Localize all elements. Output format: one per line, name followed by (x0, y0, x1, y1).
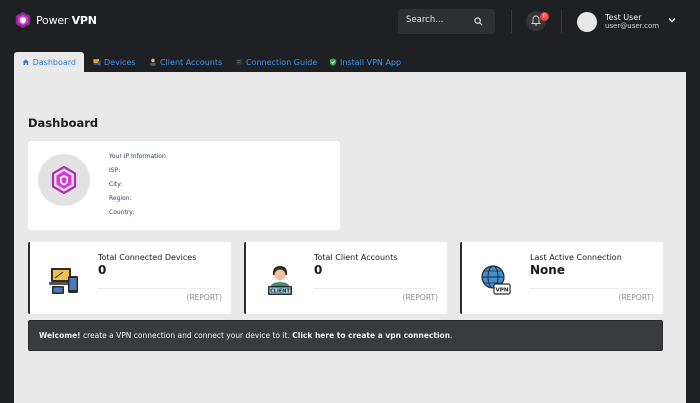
search-placeholder: Search... (406, 15, 444, 25)
tab-devices[interactable]: Devices (93, 52, 136, 72)
stat-card-connected-devices: Total Connected Devices 0 (REPORT) (28, 242, 231, 314)
stat-value: 0 (314, 263, 323, 277)
welcome-message: Welcome! create a VPN connection and con… (39, 331, 452, 340)
stat-separator (530, 288, 652, 289)
stat-card-last-active-connection: VPN Last Active Connection None (REPORT) (460, 242, 663, 314)
stat-title: Total Client Accounts (314, 253, 398, 262)
stat-value: 0 (98, 263, 107, 277)
tab-dashboard[interactable]: Dashboard (14, 52, 84, 72)
client-icon (150, 58, 156, 66)
report-link[interactable]: (REPORT) (187, 293, 222, 302)
vpn-globe-icon: VPN (481, 265, 511, 295)
stat-separator (314, 288, 436, 289)
tab-client-accounts[interactable]: Client Accounts (149, 52, 222, 72)
welcome-bold: Welcome! (39, 331, 81, 340)
notification-count-badge: 0 (540, 12, 549, 21)
stat-card-client-accounts: CLIENT Total Client Accounts 0 (REPORT) (244, 242, 447, 314)
search-input[interactable]: Search... (398, 9, 495, 34)
stat-title: Last Active Connection (530, 253, 622, 262)
brand-logo[interactable]: Power VPN (14, 10, 97, 30)
ip-information-card: Your IP Information ISP: City: Region: C… (28, 141, 340, 230)
ip-info-heading: Your IP Information (109, 153, 166, 160)
region-label: Region: (109, 195, 132, 202)
brand-name: Power VPN (36, 13, 97, 27)
devices-illustration-icon (49, 268, 78, 294)
chevron-down-icon[interactable] (667, 15, 677, 25)
city-label: City: (109, 181, 123, 188)
shield-icon (329, 58, 337, 66)
user-email: user@user.com (605, 22, 660, 30)
report-link[interactable]: (REPORT) (619, 293, 654, 302)
welcome-text: create a VPN connection and connect your… (80, 331, 293, 340)
top-bar: Power VPN Search... 0 Test User user@use… (0, 0, 700, 44)
welcome-banner: Welcome! create a VPN connection and con… (28, 320, 663, 351)
vpn-shield-icon (51, 166, 77, 194)
client-illustration-icon: CLIENT (268, 266, 292, 295)
svg-text:CLIENT: CLIENT (270, 289, 290, 295)
report-link[interactable]: (REPORT) (403, 293, 438, 302)
user-name[interactable]: Test User (605, 13, 642, 22)
home-icon (22, 59, 29, 66)
isp-label: ISP: (109, 167, 121, 174)
svg-text:VPN: VPN (496, 288, 509, 294)
stat-title: Total Connected Devices (98, 253, 197, 262)
search-icon[interactable] (474, 17, 483, 26)
stat-value: None (530, 263, 565, 277)
page-title: Dashboard (28, 116, 99, 130)
stat-separator (98, 288, 220, 289)
dashboard-content: Dashboard Your IP Information ISP: City:… (14, 72, 686, 403)
welcome-end: . (450, 331, 453, 340)
guide-icon (235, 58, 243, 66)
avatar[interactable] (577, 12, 597, 32)
tab-connection-guide[interactable]: Connection Guide (235, 52, 317, 72)
devices-icon (93, 59, 101, 66)
power-vpn-logo-icon (15, 11, 31, 29)
topbar-divider (511, 10, 512, 33)
create-vpn-connection-link[interactable]: Click here to create a vpn connection (292, 331, 450, 340)
tab-install-vpn-app[interactable]: Install VPN App (329, 52, 401, 72)
topbar-divider-2 (561, 10, 562, 33)
ip-logo-circle (38, 154, 90, 206)
country-label: Country: (109, 209, 135, 216)
